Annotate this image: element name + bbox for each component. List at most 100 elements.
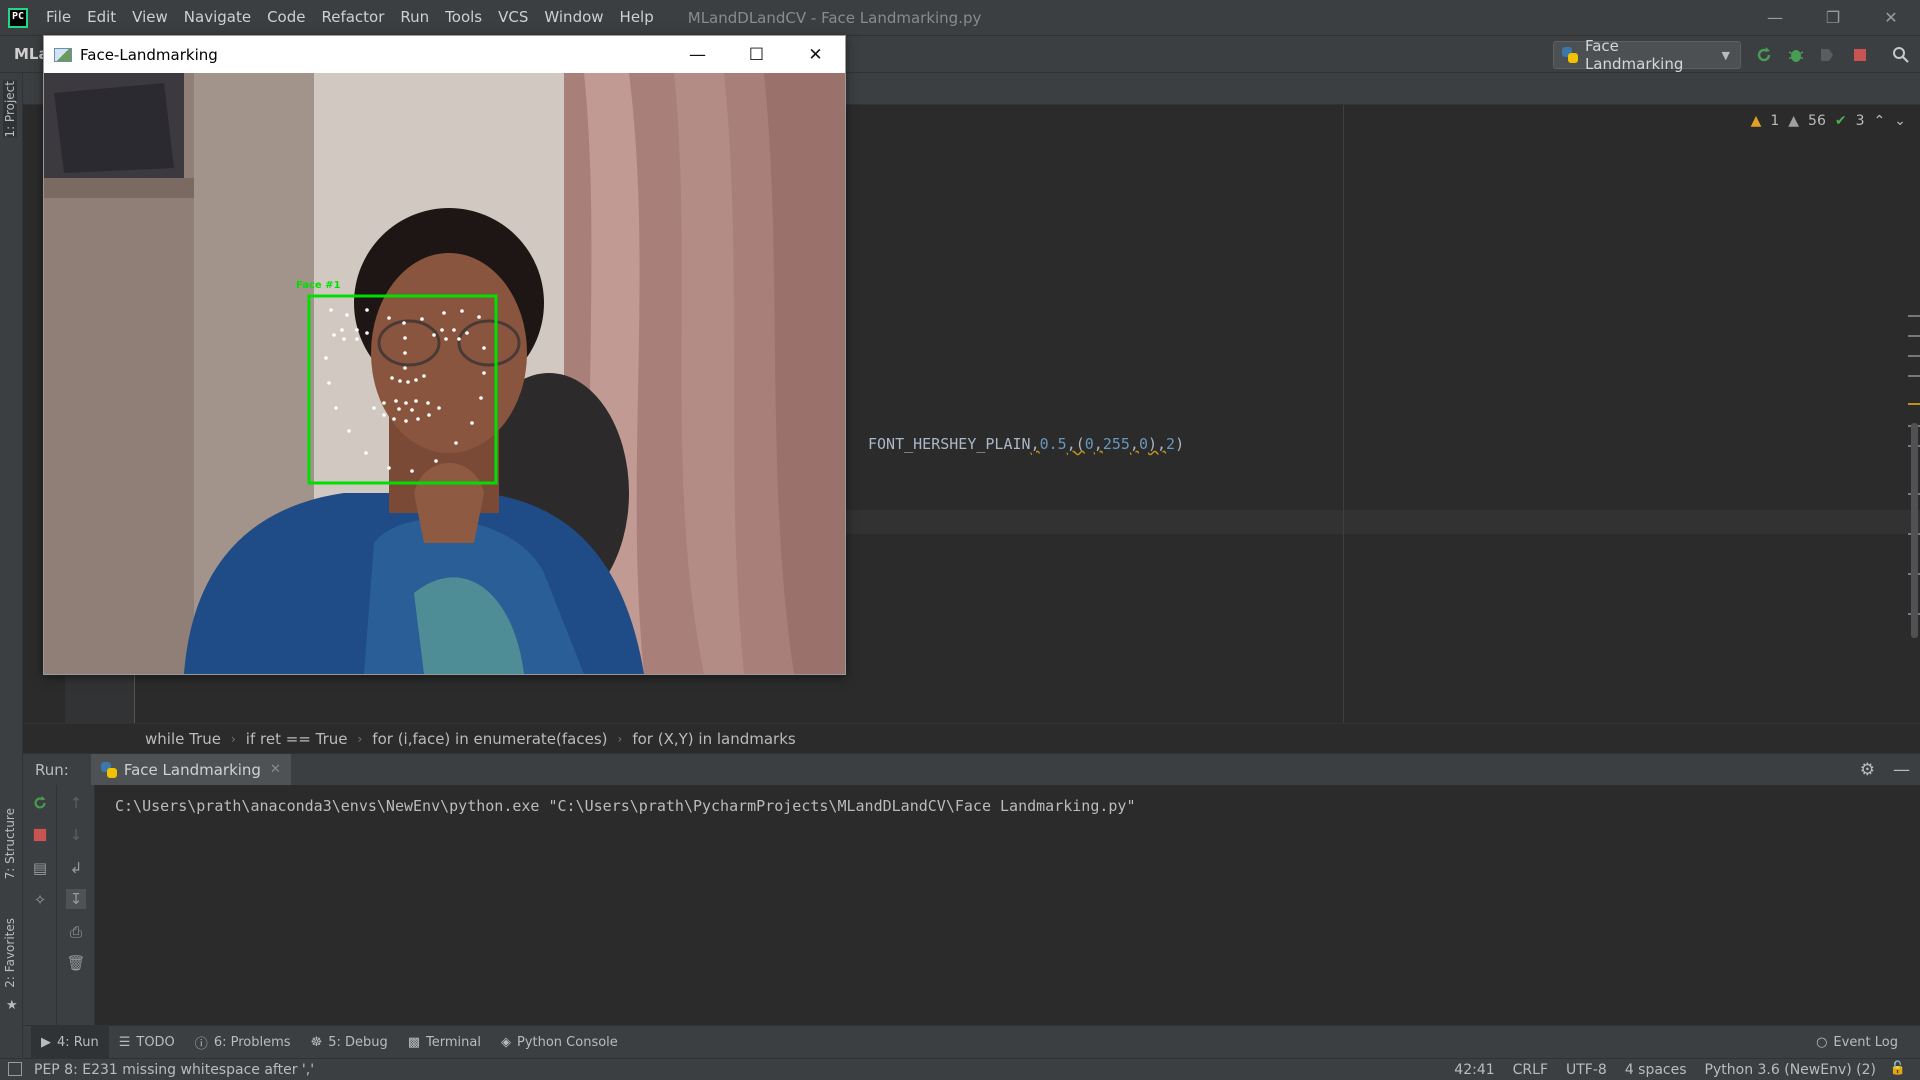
inspection-widget[interactable]: ▲ 1 ▲ 56 ✔ 3 ⌃ ⌄ bbox=[1751, 113, 1906, 129]
layout-icon[interactable]: ▤ bbox=[30, 858, 50, 878]
opencv-window-controls: — ☐ ✕ bbox=[668, 36, 845, 73]
breadcrumb-item[interactable]: for (i,face) in enumerate(faces) bbox=[372, 730, 607, 748]
code-token: 0.5 bbox=[1039, 435, 1067, 453]
chevron-right-icon: › bbox=[357, 731, 363, 746]
stripe-mark[interactable] bbox=[1908, 335, 1920, 337]
structure-tool-tab[interactable]: 7: Structure bbox=[3, 808, 17, 879]
debug-tool-button[interactable]: ☸ 5: Debug bbox=[301, 1026, 398, 1059]
code-token: FONT_HERSHEY_PLAIN bbox=[868, 435, 1031, 453]
face-label: Face #1 bbox=[296, 280, 341, 291]
python-interpreter[interactable]: Python 3.6 (NewEnv) (2) bbox=[1705, 1062, 1876, 1078]
menu-window[interactable]: Window bbox=[536, 0, 611, 35]
close-icon[interactable]: ✕ bbox=[1862, 0, 1920, 35]
toggle-tool-windows-icon[interactable] bbox=[8, 1062, 22, 1076]
console-output[interactable]: C:\Users\prath\anaconda3\envs\NewEnv\pyt… bbox=[115, 797, 1135, 815]
rerun-icon[interactable] bbox=[30, 793, 50, 813]
profile-icon[interactable] bbox=[1817, 45, 1837, 65]
problems-tool-button[interactable]: ⓘ 6: Problems bbox=[185, 1026, 301, 1059]
hide-panel-icon[interactable]: — bbox=[1893, 760, 1910, 780]
todo-tool-button[interactable]: ☰ TODO bbox=[109, 1026, 185, 1059]
stripe-mark[interactable] bbox=[1908, 315, 1920, 317]
menu-run[interactable]: Run bbox=[392, 0, 437, 35]
indent-setting[interactable]: 4 spaces bbox=[1625, 1062, 1687, 1078]
status-bar: PEP 8: E231 missing whitespace after ','… bbox=[0, 1058, 1920, 1080]
stripe-mark[interactable] bbox=[1908, 403, 1920, 405]
menu-code[interactable]: Code bbox=[259, 0, 313, 35]
menu-refactor[interactable]: Refactor bbox=[313, 0, 392, 35]
line-separator[interactable]: CRLF bbox=[1513, 1062, 1548, 1078]
code-token: ) bbox=[1175, 435, 1185, 453]
file-encoding[interactable]: UTF-8 bbox=[1566, 1062, 1607, 1078]
terminal-tool-button[interactable]: ▩ Terminal bbox=[398, 1026, 491, 1059]
search-icon[interactable] bbox=[1891, 45, 1911, 65]
breadcrumb-item[interactable]: for (X,Y) in landmarks bbox=[632, 730, 795, 748]
error-count: 1 bbox=[1770, 113, 1780, 129]
project-tool-tab[interactable]: 1: Project bbox=[3, 81, 17, 138]
menu-edit[interactable]: Edit bbox=[79, 0, 124, 35]
stop-icon[interactable] bbox=[30, 825, 50, 845]
code-token: , bbox=[1129, 435, 1139, 453]
minimize-icon[interactable]: — bbox=[1746, 0, 1804, 35]
editor-scrollbar[interactable] bbox=[1911, 423, 1918, 638]
minimize-icon[interactable]: — bbox=[668, 36, 727, 73]
chevron-up-icon[interactable]: ⌃ bbox=[1874, 113, 1886, 129]
lock-icon[interactable]: 🔓 bbox=[1890, 1061, 1906, 1076]
code-line-puttext[interactable]: FONT_HERSHEY_PLAIN,0.5,(0,255,0),2) bbox=[868, 435, 1184, 453]
warning-icon: ▲ bbox=[1788, 113, 1800, 129]
soft-wrap-icon[interactable]: ↲ bbox=[66, 858, 86, 878]
favorites-tool-tab[interactable]: 2: Favorites bbox=[3, 918, 17, 988]
debug-icon[interactable] bbox=[1786, 45, 1806, 65]
scroll-to-end-icon[interactable]: ↧ bbox=[66, 889, 86, 909]
run-panel-header: Run: Face Landmarking ✕ ⚙ — bbox=[23, 753, 1920, 786]
menu-view[interactable]: View bbox=[124, 0, 176, 35]
trash-icon[interactable]: 🗑 bbox=[66, 953, 86, 973]
run-panel-actions: ⚙ — bbox=[1860, 760, 1910, 780]
menu-file[interactable]: File bbox=[38, 0, 79, 35]
stripe-mark[interactable] bbox=[1908, 355, 1920, 357]
arrow-down-icon[interactable]: ↓ bbox=[66, 825, 86, 845]
run-toolbar-primary: ▤ ✧ bbox=[23, 785, 57, 1025]
python-console-icon: ◈ bbox=[500, 1034, 511, 1050]
run-tab-face-landmarking[interactable]: Face Landmarking ✕ bbox=[90, 753, 291, 786]
opencv-window[interactable]: Face-Landmarking — ☐ ✕ Face #1 bbox=[43, 35, 846, 675]
pin-icon[interactable]: ✧ bbox=[30, 890, 50, 910]
status-message: PEP 8: E231 missing whitespace after ',' bbox=[34, 1061, 315, 1078]
menu-vcs[interactable]: VCS bbox=[490, 0, 536, 35]
stripe-mark[interactable] bbox=[1908, 375, 1920, 377]
run-configuration-select[interactable]: Face Landmarking ▼ bbox=[1553, 37, 1741, 73]
menu-navigate[interactable]: Navigate bbox=[176, 0, 259, 35]
code-breadcrumbs: while True › if ret == True › for (i,fac… bbox=[23, 723, 1920, 753]
opencv-titlebar[interactable]: Face-Landmarking — ☐ ✕ bbox=[44, 36, 845, 73]
run-configuration-label: Face Landmarking bbox=[1584, 37, 1684, 73]
close-icon[interactable]: ✕ bbox=[270, 762, 281, 777]
code-token: , bbox=[1030, 435, 1040, 453]
python-console-tool-button[interactable]: ◈ Python Console bbox=[491, 1026, 628, 1059]
warning-count: 56 bbox=[1808, 113, 1826, 129]
run-tool-button[interactable]: ▶ 4: Run bbox=[31, 1025, 109, 1059]
code-token: ), bbox=[1147, 435, 1167, 453]
menu-tools[interactable]: Tools bbox=[437, 0, 490, 35]
search-icon: ○ bbox=[1816, 1035, 1828, 1050]
stop-icon[interactable] bbox=[1850, 45, 1870, 65]
chevron-down-icon[interactable]: ⌄ bbox=[1894, 113, 1906, 129]
event-log-tool-button[interactable]: ○ Event Log bbox=[1806, 1026, 1908, 1059]
bottom-tool-bar: ▶ 4: Run ☰ TODO ⓘ 6: Problems ☸ 5: Debug… bbox=[23, 1025, 1920, 1059]
rerun-icon[interactable] bbox=[1754, 45, 1774, 65]
menu-help[interactable]: Help bbox=[612, 0, 662, 35]
arrow-up-icon[interactable]: ↑ bbox=[66, 793, 86, 813]
play-icon: ▶ bbox=[41, 1034, 51, 1050]
pycharm-logo-icon: PC bbox=[8, 7, 28, 28]
todo-tool-label: TODO bbox=[136, 1034, 175, 1050]
restore-icon[interactable]: ❐ bbox=[1804, 0, 1862, 35]
breadcrumb-item[interactable]: while True bbox=[145, 730, 221, 748]
check-icon: ✔ bbox=[1834, 113, 1847, 129]
breadcrumb-item[interactable]: if ret == True bbox=[246, 730, 348, 748]
caret-position[interactable]: 42:41 bbox=[1454, 1062, 1494, 1078]
python-icon bbox=[100, 761, 117, 778]
print-icon[interactable]: ⎙ bbox=[66, 922, 86, 942]
weak-warning-count: 3 bbox=[1855, 113, 1865, 129]
gear-icon[interactable]: ⚙ bbox=[1860, 760, 1875, 780]
left-tool-strip: 1: Project 7: Structure 2: Favorites ★ bbox=[0, 73, 23, 1058]
maximize-icon[interactable]: ☐ bbox=[727, 36, 786, 73]
close-icon[interactable]: ✕ bbox=[786, 36, 845, 73]
